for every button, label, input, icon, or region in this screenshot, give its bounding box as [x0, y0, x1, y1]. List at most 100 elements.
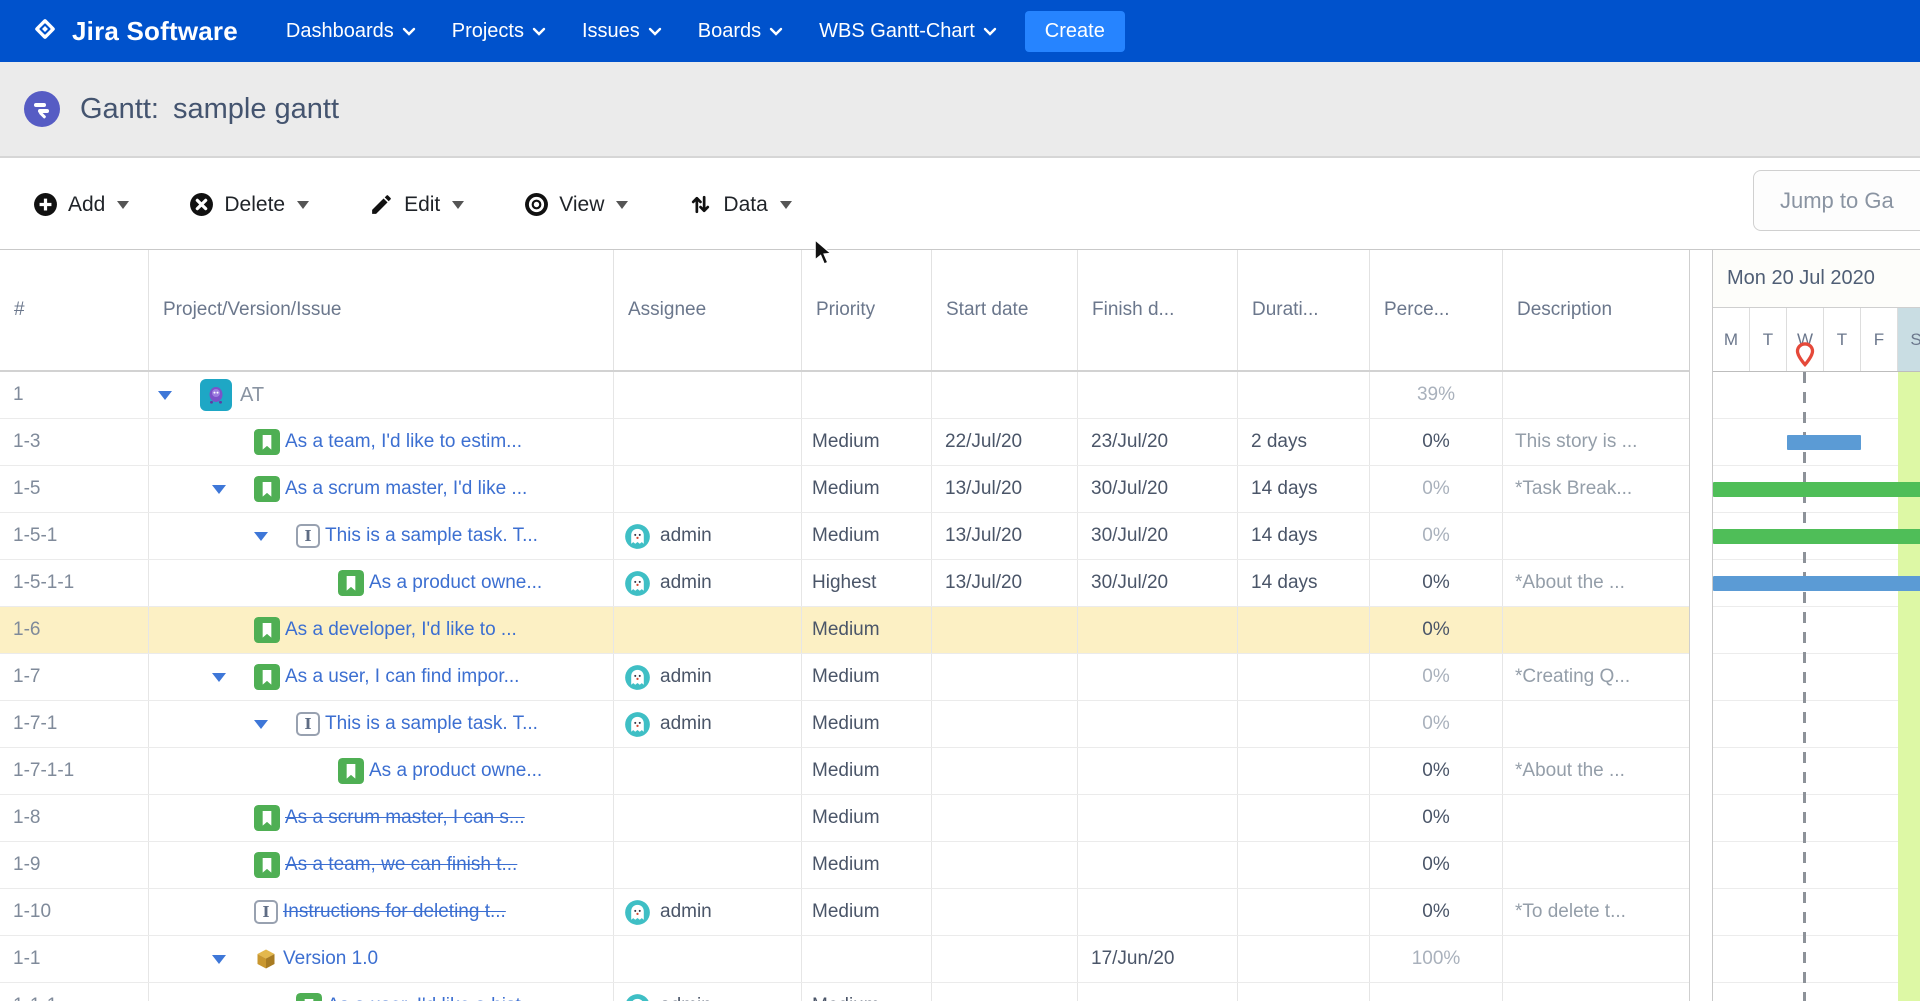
cell-start [932, 748, 1078, 794]
gantt-bar-1-3[interactable] [1787, 435, 1861, 450]
collapse-expander-icon[interactable] [212, 673, 226, 682]
collapse-expander-icon[interactable] [212, 955, 226, 964]
column-header-assignee[interactable]: Assignee [614, 250, 802, 370]
table-row[interactable]: 1-6As a developer, I'd like to ...Medium… [0, 607, 1690, 654]
assignee-name: admin [660, 995, 712, 1001]
nav-item-issues[interactable]: Issues [568, 10, 676, 53]
column-header-duration[interactable]: Durati... [1238, 250, 1370, 370]
sort-arrows-icon [688, 192, 713, 217]
cell-duration: 14 days [1238, 560, 1370, 606]
expander-slot [158, 391, 200, 400]
app-screen: Jira Software DashboardsProjectsIssuesBo… [0, 0, 1920, 1001]
table-row[interactable]: 1-8As a scrum master, I can s...Medium0% [0, 795, 1690, 842]
create-button[interactable]: Create [1025, 11, 1125, 52]
column-header-percent[interactable]: Perce... [1370, 250, 1503, 370]
table-row[interactable]: 1-1-1As a user, I'd like a hist...adminM… [0, 983, 1690, 1001]
table-row[interactable]: 1-10IInstructions for deleting t...admin… [0, 889, 1690, 936]
cell-percent: 0% [1370, 419, 1503, 465]
table-row[interactable]: 1-3As a team, I'd like to estim...Medium… [0, 419, 1690, 466]
cell-start [932, 936, 1078, 982]
gantt-bar-1-5-1[interactable] [1713, 529, 1920, 544]
issue-link[interactable]: As a user, I'd like a hist... [327, 995, 537, 1001]
story-icon [296, 993, 322, 1001]
nav-item-wbs-gantt-chart[interactable]: WBS Gantt-Chart [805, 10, 1011, 53]
data-menu-button[interactable]: Data [688, 192, 791, 217]
edit-menu-button[interactable]: Edit [369, 192, 464, 217]
story-icon [254, 852, 280, 878]
table-row[interactable]: 1-7As a user, I can find impor...adminMe… [0, 654, 1690, 701]
cell-finish: 30/Jul/20 [1078, 513, 1238, 559]
issue-link[interactable]: This is a sample task. T... [325, 713, 538, 735]
page-header: Gantt: sample gantt [0, 62, 1920, 158]
cell-assignee: admin [614, 513, 802, 559]
issue-link[interactable]: As a developer, I'd like to ... [285, 619, 517, 641]
expander-slot [212, 955, 254, 964]
issue-link[interactable]: Version 1.0 [283, 948, 378, 970]
cell-title: AT [149, 372, 614, 418]
issue-link[interactable]: As a team, I'd like to estim... [285, 431, 522, 453]
cell-assignee: admin [614, 701, 802, 747]
column-header-finish[interactable]: Finish d... [1078, 250, 1238, 370]
cell-assignee: admin [614, 983, 802, 1001]
issue-link[interactable]: As a scrum master, I'd like ... [285, 478, 527, 500]
nav-item-boards[interactable]: Boards [684, 10, 797, 53]
table-row[interactable]: 1-9As a team, we can finish t...Medium0% [0, 842, 1690, 889]
table-row[interactable]: 1-5-1-1As a product owne...adminHighest1… [0, 560, 1690, 607]
story-icon [254, 664, 280, 690]
issue-title-group: As a product owne... [149, 560, 542, 606]
table-row[interactable]: 1-7-1-1As a product owne...Medium0%*Abou… [0, 748, 1690, 795]
cell-title: As a team, I'd like to estim... [149, 419, 614, 465]
table-row[interactable]: 1-5-1IThis is a sample task. T...adminMe… [0, 513, 1690, 560]
delete-menu-button[interactable]: Delete [189, 192, 309, 217]
table-row[interactable]: 1AT39% [0, 372, 1690, 419]
cell-percent: 39% [1370, 372, 1503, 418]
gantt-bar-1-5[interactable] [1713, 482, 1920, 497]
add-menu-button[interactable]: Add [33, 192, 129, 217]
issue-link[interactable]: This is a sample task. T... [325, 525, 538, 547]
cell-title: As a user, I'd like a hist... [149, 983, 614, 1001]
issue-link[interactable]: As a product owne... [369, 760, 542, 782]
gantt-bar-1-5-1-1[interactable] [1713, 576, 1920, 591]
nav-item-dashboards[interactable]: Dashboards [272, 10, 430, 53]
cell-assignee: admin [614, 889, 802, 935]
jira-brand[interactable]: Jira Software [30, 14, 238, 49]
cell-priority [802, 936, 932, 982]
gantt-body [1713, 372, 1920, 1001]
plus-circle-icon [33, 192, 58, 217]
cell-percent: 0% [1370, 701, 1503, 747]
column-header-title[interactable]: Project/Version/Issue [149, 250, 614, 370]
user-avatar-icon [624, 711, 651, 738]
column-header-desc[interactable]: Description [1503, 250, 1690, 370]
cell-finish: 23/Jul/20 [1078, 419, 1238, 465]
chevron-down-icon [769, 20, 783, 43]
column-header-num[interactable]: # [0, 250, 149, 370]
collapse-expander-icon[interactable] [254, 532, 268, 541]
pencil-icon [369, 192, 394, 217]
issue-link[interactable]: As a team, we can finish t... [285, 854, 517, 876]
nav-item-projects[interactable]: Projects [438, 10, 560, 53]
column-header-start[interactable]: Start date [932, 250, 1078, 370]
cell-duration [1238, 983, 1370, 1001]
issue-title-group: As a scrum master, I can s... [149, 795, 525, 841]
cell-start: 13/Jul/20 [932, 513, 1078, 559]
chevron-down-icon [780, 201, 792, 209]
top-nav: Jira Software DashboardsProjectsIssuesBo… [0, 0, 1920, 62]
view-menu-button[interactable]: View [524, 192, 628, 217]
table-row[interactable]: 1-5As a scrum master, I'd like ...Medium… [0, 466, 1690, 513]
collapse-expander-icon[interactable] [158, 391, 172, 400]
cell-num: 1-7-1-1 [0, 748, 149, 794]
toolbar-button-label: Delete [224, 193, 285, 217]
table-row[interactable]: 1-1Version 1.017/Jun/20100% [0, 936, 1690, 983]
issue-title-group: As a team, I'd like to estim... [149, 419, 522, 465]
table-row[interactable]: 1-7-1IThis is a sample task. T...adminMe… [0, 701, 1690, 748]
jump-to-gantt-button[interactable]: Jump to Ga [1753, 170, 1920, 231]
cell-percent: 0% [1370, 607, 1503, 653]
issue-link[interactable]: As a user, I can find impor... [285, 666, 519, 688]
issue-link[interactable]: Instructions for deleting t... [283, 901, 506, 923]
toolbar-button-label: Data [723, 193, 767, 217]
issue-link[interactable]: As a product owne... [369, 572, 542, 594]
issue-link[interactable]: As a scrum master, I can s... [285, 807, 525, 829]
collapse-expander-icon[interactable] [254, 720, 268, 729]
cell-assignee [614, 466, 802, 512]
collapse-expander-icon[interactable] [212, 485, 226, 494]
